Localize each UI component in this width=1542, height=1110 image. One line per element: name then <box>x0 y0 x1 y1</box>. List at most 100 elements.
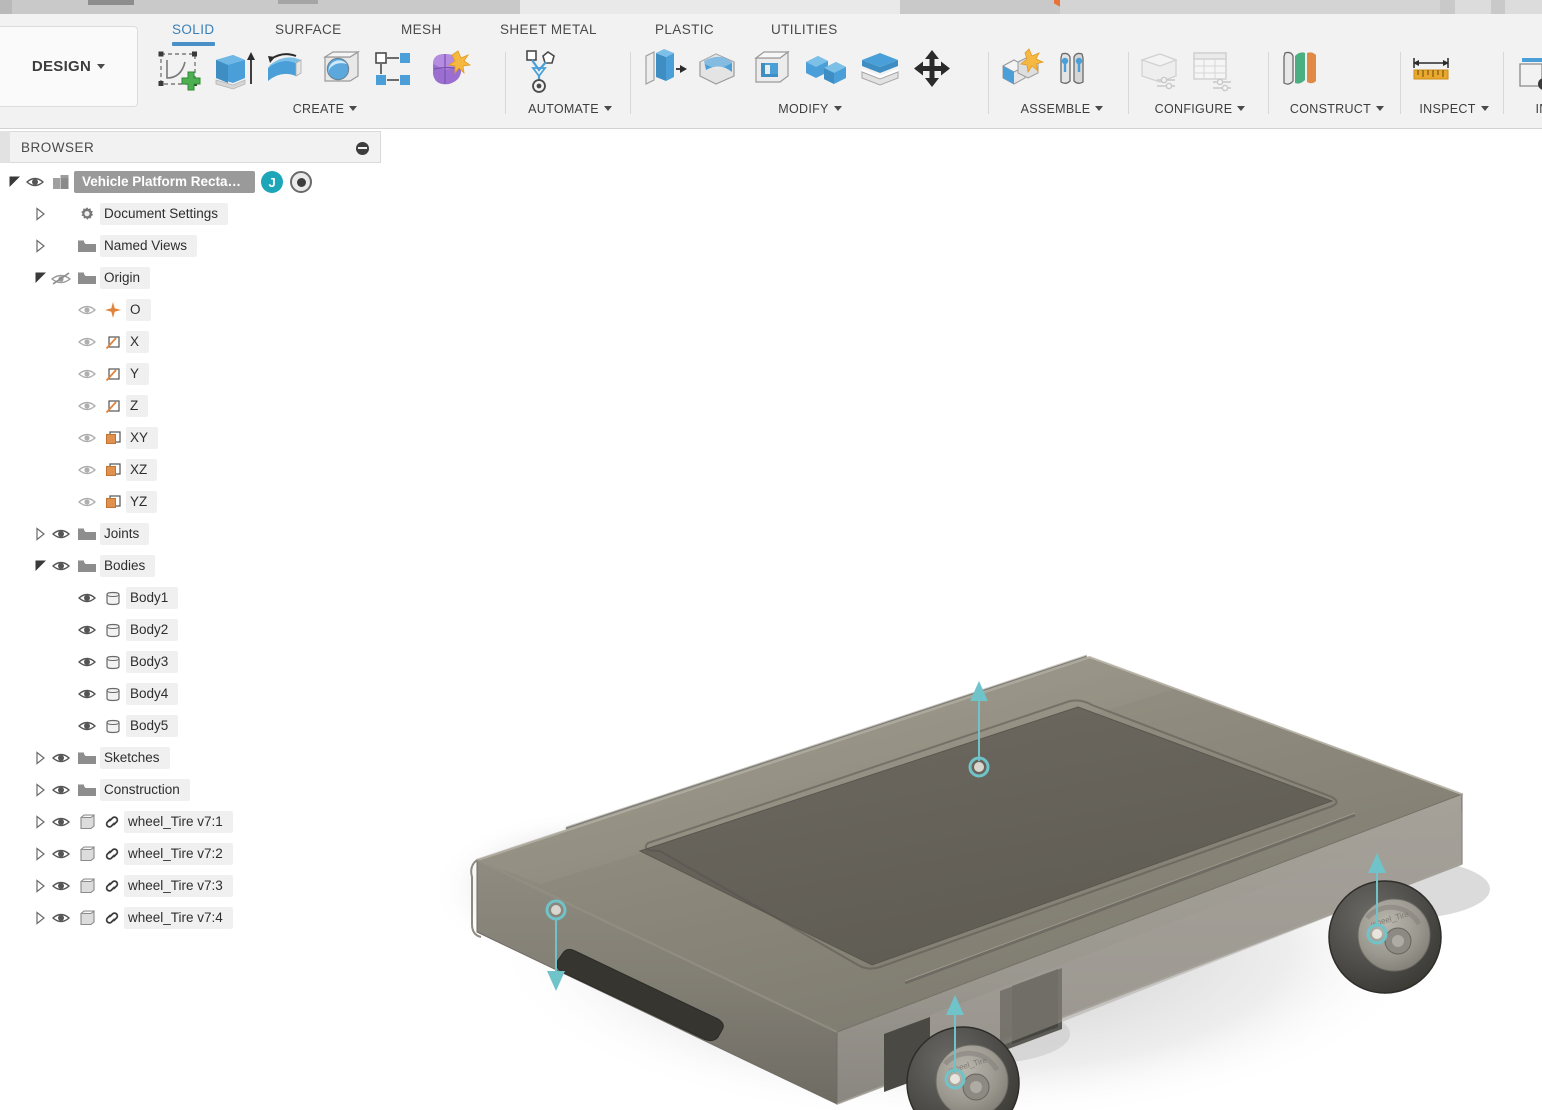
expand-arrow-icon[interactable] <box>34 783 48 797</box>
joint-icon[interactable] <box>1052 48 1098 98</box>
insert-derive-icon[interactable] <box>1512 48 1542 98</box>
press-pull-icon[interactable] <box>640 48 687 98</box>
tree-row[interactable]: wheel_Tire v7:3 <box>0 870 381 902</box>
tree-row[interactable]: Body2 <box>0 614 381 646</box>
tree-row[interactable]: Body3 <box>0 646 381 678</box>
expand-arrow-icon[interactable] <box>34 207 48 221</box>
eye-visible-icon[interactable] <box>74 655 100 669</box>
tree-row[interactable]: Document Settings <box>0 198 381 230</box>
sphere-icon[interactable] <box>317 48 363 98</box>
eye-visible-icon[interactable] <box>74 367 100 381</box>
workspace-tab-sheet-metal[interactable]: SHEET METAL <box>500 22 597 37</box>
document-tab-active[interactable]: Vehicle Platform Rectangular v5 <box>520 0 1261 14</box>
tree-row[interactable]: XZ <box>0 454 381 486</box>
tree-row[interactable]: Bodies <box>0 550 381 582</box>
tab-strip-extra-tab[interactable] <box>278 0 318 4</box>
tree-row[interactable]: Joints <box>0 518 381 550</box>
eye-visible-icon[interactable] <box>22 175 48 189</box>
ribbon-group-label[interactable]: CREATE <box>155 102 495 116</box>
tree-row[interactable]: YZ <box>0 486 381 518</box>
browser-drag-handle[interactable] <box>0 131 10 163</box>
extrude-icon[interactable] <box>209 48 255 98</box>
tree-row[interactable]: Body5 <box>0 710 381 742</box>
eye-visible-icon[interactable] <box>48 559 74 573</box>
document-tab-secondary[interactable]: wheel_Tire v7 <box>1060 0 1440 14</box>
ribbon-group-label[interactable]: ASSEMBLE <box>998 102 1126 116</box>
combine-icon[interactable] <box>802 48 848 98</box>
tree-row[interactable]: Construction <box>0 774 381 806</box>
workspace-tab-mesh[interactable]: MESH <box>401 22 442 37</box>
ribbon-group-label[interactable]: AUTOMATE <box>515 102 625 116</box>
tree-row[interactable]: wheel_Tire v7:2 <box>0 838 381 870</box>
measure-icon[interactable] <box>1408 48 1454 98</box>
eye-visible-icon[interactable] <box>48 911 74 925</box>
shell-icon[interactable] <box>748 48 794 98</box>
expand-arrow-icon[interactable] <box>34 847 48 861</box>
form-icon[interactable] <box>425 48 472 98</box>
contact-set-badge-icon[interactable] <box>290 171 313 193</box>
eye-visible-icon[interactable] <box>74 303 100 317</box>
tab-strip-close-button[interactable] <box>1505 0 1542 14</box>
joint-badge-icon[interactable]: J <box>261 171 284 193</box>
ribbon-group-label[interactable]: CONSTRUCT <box>1275 102 1399 116</box>
eye-visible-icon[interactable] <box>74 335 100 349</box>
tree-row[interactable]: XY <box>0 422 381 454</box>
eye-visible-icon[interactable] <box>48 783 74 797</box>
eye-hidden-icon[interactable] <box>48 271 74 286</box>
eye-visible-icon[interactable] <box>48 751 74 765</box>
pattern-icon[interactable] <box>371 48 417 98</box>
tree-row[interactable]: wheel_Tire v7:4 <box>0 902 381 934</box>
tree-row[interactable]: Body4 <box>0 678 381 710</box>
eye-visible-icon[interactable] <box>74 623 100 637</box>
eye-visible-icon[interactable] <box>48 815 74 829</box>
tree-row[interactable]: Z <box>0 390 381 422</box>
eye-visible-icon[interactable] <box>48 879 74 893</box>
revolve-icon[interactable] <box>263 48 309 98</box>
expand-arrow-icon[interactable] <box>34 815 48 829</box>
collapse-arrow-icon[interactable] <box>34 559 48 573</box>
tree-row[interactable]: Vehicle Platform Recta… J <box>0 166 381 198</box>
ribbon-group-label[interactable]: CONFIGURE <box>1135 102 1265 116</box>
offset-plane-icon[interactable] <box>1275 48 1321 98</box>
eye-visible-icon[interactable] <box>74 687 100 701</box>
expand-arrow-icon[interactable] <box>34 751 48 765</box>
eye-visible-icon[interactable] <box>48 527 74 541</box>
eye-visible-icon[interactable] <box>74 495 100 509</box>
tab-strip-overflow-button[interactable] <box>1455 0 1491 14</box>
collapse-arrow-icon[interactable] <box>34 271 48 285</box>
eye-visible-icon[interactable] <box>74 591 100 605</box>
ribbon-group-label[interactable]: INSPECT <box>1408 102 1500 116</box>
eye-visible-icon[interactable] <box>48 847 74 861</box>
collapse-arrow-icon[interactable] <box>8 175 22 189</box>
workspace-tab-utilities[interactable]: UTILITIES <box>771 22 838 37</box>
eye-visible-icon[interactable] <box>74 399 100 413</box>
eye-visible-icon[interactable] <box>74 719 100 733</box>
tree-row[interactable]: Body1 <box>0 582 381 614</box>
tree-row[interactable]: O <box>0 294 381 326</box>
tree-row[interactable]: X <box>0 326 381 358</box>
expand-arrow-icon[interactable] <box>34 527 48 541</box>
workspace-tab-surface[interactable]: SURFACE <box>275 22 342 37</box>
tree-row[interactable]: Named Views <box>0 230 381 262</box>
new-sketch-icon[interactable] <box>155 48 201 98</box>
eye-visible-icon[interactable] <box>74 463 100 477</box>
expand-arrow-icon[interactable] <box>34 911 48 925</box>
split-face-icon[interactable] <box>856 48 902 98</box>
eye-visible-icon[interactable] <box>74 431 100 445</box>
fillet-icon[interactable] <box>694 48 740 98</box>
tree-row[interactable]: Origin <box>0 262 381 294</box>
workspace-tab-plastic[interactable]: PLASTIC <box>655 22 714 37</box>
tab-strip-home-tab[interactable] <box>88 0 134 5</box>
expand-arrow-icon[interactable] <box>34 239 48 253</box>
workspace-tab-solid[interactable]: SOLID <box>172 22 215 46</box>
tree-row[interactable]: Y <box>0 358 381 390</box>
new-component-icon[interactable] <box>998 48 1045 98</box>
collapse-icon[interactable] <box>356 142 369 155</box>
tab-strip-left-control[interactable] <box>0 0 12 14</box>
tree-row[interactable]: wheel_Tire v7:1 <box>0 806 381 838</box>
tree-row[interactable]: Sketches <box>0 742 381 774</box>
expand-arrow-icon[interactable] <box>34 879 48 893</box>
automate-icon[interactable] <box>515 48 561 98</box>
move-copy-icon[interactable] <box>910 48 956 98</box>
ribbon-group-label[interactable]: MODIFY <box>640 102 980 116</box>
